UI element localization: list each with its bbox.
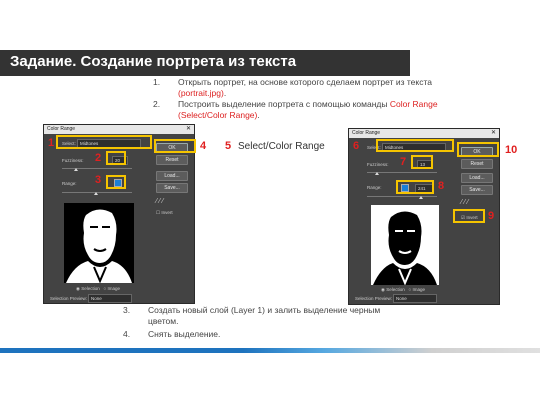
radio-image-label: Image	[107, 286, 120, 291]
portrait-silhouette-icon	[371, 205, 439, 286]
badge-1: 1	[48, 137, 55, 149]
dialog-title: Color Range	[44, 125, 194, 134]
range-label: Range:	[367, 185, 382, 190]
step-text: Снять выделение.	[148, 329, 221, 339]
step-2: 2. Построить выделение портрета с помощь…	[153, 99, 443, 121]
step-number: 1.	[153, 77, 161, 87]
radio-selection[interactable]: ◉	[76, 286, 80, 291]
highlight-select	[376, 139, 454, 152]
badge-3: 3	[95, 174, 102, 186]
step-number: 3.	[123, 305, 131, 315]
highlight-invert	[453, 209, 485, 223]
badge-8: 8	[438, 180, 445, 192]
note-number: 5	[225, 140, 232, 152]
range-slider-knob[interactable]	[94, 192, 98, 195]
badge-4: 4	[200, 140, 207, 152]
step-number: 4.	[123, 329, 131, 339]
selection-preview	[371, 205, 439, 286]
close-icon[interactable]: ✕	[491, 129, 496, 138]
fuzziness-label: Fuzziness:	[367, 162, 389, 167]
dialog-title: Color Range	[349, 129, 499, 138]
highlight-range	[396, 180, 434, 194]
save-button[interactable]: Save...	[461, 185, 493, 195]
invert-label: Invert	[161, 210, 173, 215]
step-tail: .	[223, 88, 227, 98]
highlight-range	[106, 175, 126, 189]
radio-image[interactable]: ○	[408, 287, 411, 292]
highlight-ok	[457, 142, 499, 157]
highlight-fuzziness	[411, 155, 433, 169]
radio-selection[interactable]: ◉	[381, 287, 385, 292]
highlight-ok	[154, 139, 196, 153]
badge-7: 7	[400, 156, 407, 168]
selection-preview-dropdown[interactable]: None	[393, 294, 437, 303]
selection-preview-label: Selection Preview:	[355, 296, 393, 301]
step-number: 2.	[153, 99, 161, 109]
selection-preview	[64, 203, 134, 284]
radio-selection-label: Selection	[386, 287, 405, 292]
badge-9: 9	[488, 210, 495, 222]
badge-6: 6	[353, 140, 360, 152]
range-slider-knob[interactable]	[419, 196, 423, 199]
badge-2: 2	[95, 152, 102, 164]
step-3: 3. Создать новый слой (Layer 1) и залить…	[123, 305, 413, 327]
step-text: Построить выделение портрета с помощью к…	[178, 99, 390, 109]
step-highlight: (portrait.jpg)	[178, 88, 224, 98]
save-button[interactable]: Save...	[156, 183, 188, 193]
reset-button[interactable]: Reset	[461, 159, 493, 169]
fuzziness-label: Fuzziness:	[62, 158, 84, 163]
close-icon[interactable]: ✕	[186, 125, 191, 134]
step-4: 4. Снять выделение.	[123, 329, 413, 341]
reset-button[interactable]: Reset	[156, 155, 188, 165]
load-button[interactable]: Load...	[461, 173, 493, 183]
radio-image-label: Image	[412, 287, 425, 292]
fuzziness-slider-knob[interactable]	[74, 168, 78, 171]
bottom-accent-bar	[0, 348, 540, 353]
portrait-silhouette-icon	[66, 209, 132, 284]
highlight-select	[56, 135, 152, 149]
radio-selection-label: Selection	[81, 286, 100, 291]
eyedropper-icon[interactable]: ⁄ ⁄ ⁄	[156, 198, 163, 205]
note-text: Select/Color Range	[238, 141, 325, 152]
step-1: 1. Открыть портрет, на основе которого с…	[153, 77, 443, 99]
range-label: Range:	[62, 181, 77, 186]
fuzziness-slider-knob[interactable]	[375, 172, 379, 175]
selection-preview-dropdown[interactable]: None	[88, 294, 132, 303]
selection-preview-label: Selection Preview:	[50, 296, 88, 301]
step-text: Создать новый слой (Layer 1) и залить вы…	[148, 305, 381, 326]
radio-image[interactable]: ○	[103, 286, 106, 291]
highlight-fuzziness	[106, 151, 126, 165]
fuzziness-slider[interactable]	[62, 168, 132, 169]
invert-checkbox[interactable]: ☐	[156, 210, 160, 215]
step-tail: .	[257, 110, 260, 120]
load-button[interactable]: Load...	[156, 171, 188, 181]
badge-10: 10	[505, 144, 518, 156]
range-slider[interactable]	[367, 196, 437, 197]
page-title: Задание. Создание портрета из текста	[10, 53, 297, 70]
step-text: Открыть портрет, на основе которого сдел…	[178, 77, 432, 87]
eyedropper-icon[interactable]: ⁄ ⁄ ⁄	[461, 199, 468, 206]
